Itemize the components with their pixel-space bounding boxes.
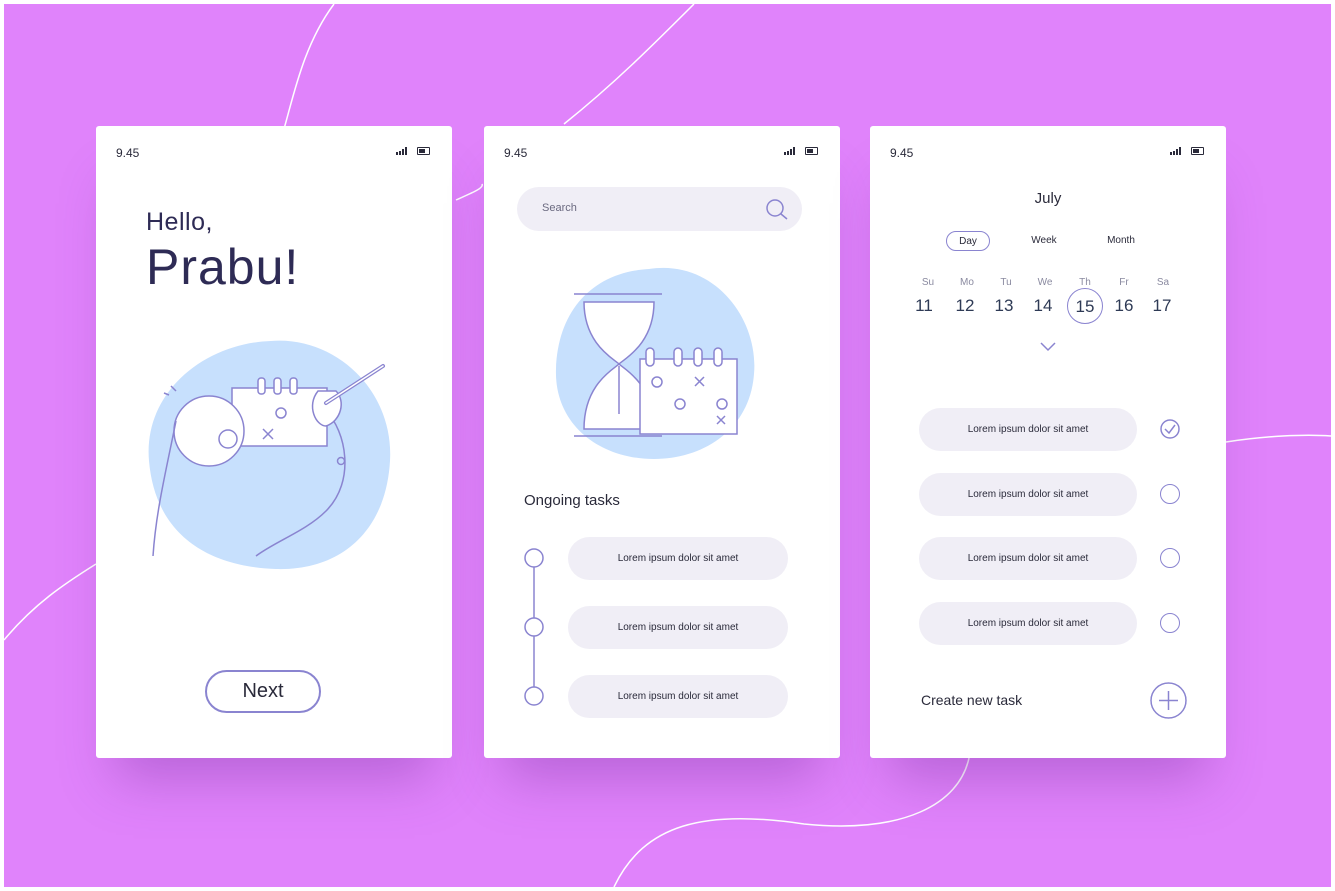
status-icons <box>784 147 818 155</box>
search-input[interactable]: Search <box>517 187 802 231</box>
day-number[interactable]: 11 <box>909 296 939 316</box>
signal-icon <box>1170 147 1181 155</box>
checkbox-icon[interactable] <box>1160 613 1180 633</box>
day-name: Sa <box>1156 277 1170 288</box>
signal-icon <box>784 147 795 155</box>
tab-week[interactable]: Week <box>1022 231 1066 251</box>
timeline-dot <box>524 548 544 568</box>
day-number[interactable]: 14 <box>1028 296 1058 316</box>
task-item[interactable]: Lorem ipsum dolor sit amet <box>568 675 788 718</box>
greeting-text: Hello, <box>146 208 213 236</box>
add-task-button[interactable] <box>1150 682 1187 719</box>
checkbox-icon[interactable] <box>1160 548 1180 568</box>
signal-icon <box>396 147 407 155</box>
task-timeline <box>524 548 544 706</box>
timeline-dot <box>524 617 544 637</box>
day-name: Fr <box>1119 277 1129 288</box>
tab-month[interactable]: Month <box>1096 231 1146 251</box>
mockup-background: 9.45 Hello, Prabu! Next 9.45 Search Ongo… <box>4 4 1331 887</box>
task-item[interactable]: Lorem ipsum dolor sit amet <box>919 408 1137 451</box>
hourglass-calendar-illustration <box>555 267 755 459</box>
day-name: We <box>1037 277 1053 288</box>
tab-day[interactable]: Day <box>946 231 990 251</box>
month-title: July <box>1034 190 1062 207</box>
calendar-screen: 9.45 July Day Week Month Su Mo Tu We Th … <box>870 126 1226 758</box>
day-name: Su <box>921 277 935 288</box>
battery-icon <box>417 147 430 155</box>
day-name: Th <box>1079 277 1091 288</box>
checkbox-icon[interactable] <box>1160 484 1180 504</box>
search-placeholder: Search <box>542 202 577 214</box>
plus-icon <box>1159 691 1178 710</box>
timeline-dot <box>524 686 544 706</box>
day-name: Mo <box>960 277 974 288</box>
day-number[interactable]: 16 <box>1109 296 1139 316</box>
battery-icon <box>1191 147 1204 155</box>
create-task-label: Create new task <box>921 692 1023 708</box>
status-icons <box>1170 147 1204 155</box>
next-button[interactable]: Next <box>205 670 321 713</box>
search-icon[interactable] <box>764 197 790 223</box>
task-item[interactable]: Lorem ipsum dolor sit amet <box>919 602 1137 645</box>
person-writing-illustration <box>148 340 391 570</box>
status-time: 9.45 <box>116 146 140 160</box>
day-name: Tu <box>1000 277 1012 288</box>
day-number[interactable]: 13 <box>989 296 1019 316</box>
chevron-down-icon[interactable] <box>1040 342 1056 352</box>
day-number-selected[interactable]: 15 <box>1067 288 1103 324</box>
task-item[interactable]: Lorem ipsum dolor sit amet <box>568 537 788 580</box>
day-number[interactable]: 17 <box>1147 296 1177 316</box>
welcome-screen: 9.45 Hello, Prabu! Next <box>96 126 452 758</box>
task-item[interactable]: Lorem ipsum dolor sit amet <box>919 537 1137 580</box>
task-item[interactable]: Lorem ipsum dolor sit amet <box>919 473 1137 516</box>
day-number[interactable]: 12 <box>950 296 980 316</box>
status-icons <box>396 147 430 155</box>
battery-icon <box>805 147 818 155</box>
user-name: Prabu! <box>146 239 300 295</box>
checkbox-checked-icon[interactable] <box>1160 419 1180 439</box>
status-time: 9.45 <box>890 146 914 160</box>
tasks-screen: 9.45 Search Ongoing tasks Lorem ipsum do… <box>484 126 840 758</box>
task-item[interactable]: Lorem ipsum dolor sit amet <box>568 606 788 649</box>
